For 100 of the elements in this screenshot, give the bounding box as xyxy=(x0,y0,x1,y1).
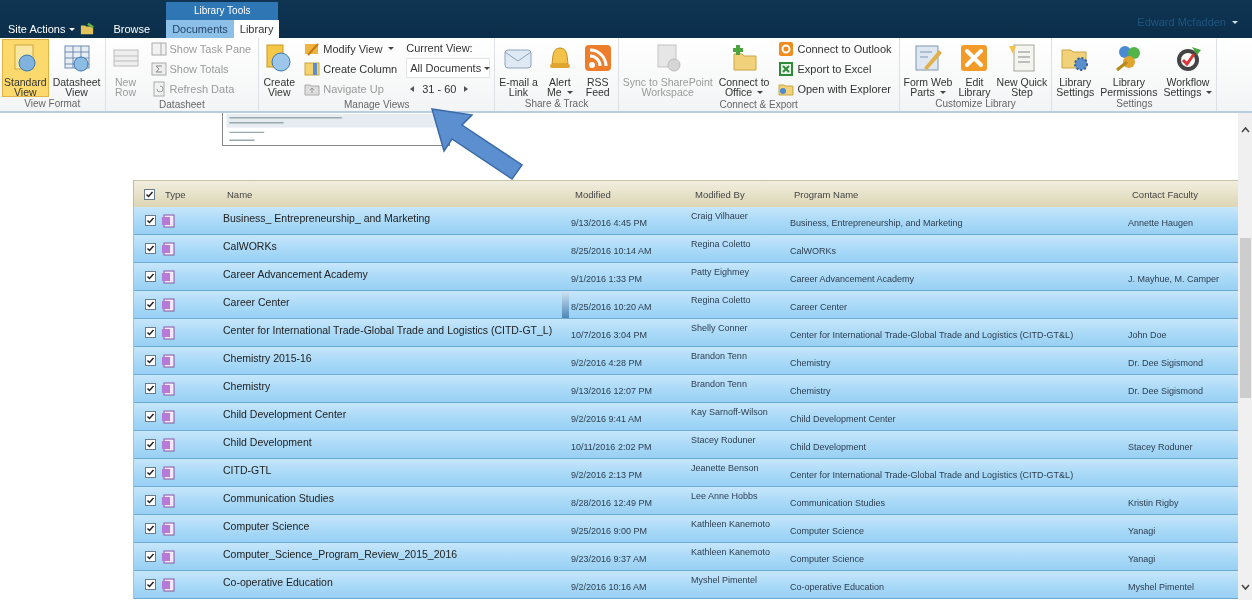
browse-tab[interactable]: Browse xyxy=(109,20,155,38)
column-header[interactable]: Contact Faculty xyxy=(1128,188,1238,200)
row-checkbox[interactable] xyxy=(145,383,156,394)
ribbon-tab[interactable]: Library xyxy=(233,20,280,38)
ribbon-button[interactable]: Form Web Parts xyxy=(901,39,955,97)
form-pencil-icon xyxy=(912,42,944,74)
file-name[interactable]: CITD-GTL xyxy=(223,464,272,476)
ribbon-button[interactable]: Alert Me xyxy=(541,39,578,97)
table-cell: Kathleen Kanemoto xyxy=(691,547,771,557)
list-row[interactable]: Co-operative Education 9/2/2016 10:16 AM Myshel Pimentel Co-operative Education Myshel Pimentel xyxy=(134,571,1238,599)
group-title: Customize Library xyxy=(934,98,1017,111)
refresh-icon xyxy=(150,80,167,97)
row-checkbox[interactable] xyxy=(145,551,156,562)
table-cell: 9/2/2016 2:13 PM xyxy=(571,470,643,480)
row-checkbox[interactable] xyxy=(145,327,156,338)
group-title: Connect & Export xyxy=(718,98,799,112)
ribbon-button[interactable]: Create Column xyxy=(301,59,401,78)
ribbon-button[interactable]: Connect to Office xyxy=(716,39,772,97)
table-cell: 10/7/2016 3:04 PM xyxy=(571,330,648,340)
list-row[interactable]: Chemistry 9/13/2016 12:07 PM Brandon Tenn Chemistry Dr. Dee Sigismond xyxy=(134,375,1238,403)
view-dropdown[interactable]: All Documents xyxy=(406,58,491,78)
file-name[interactable]: Center for International Trade-Global Trade and Logistics (CITD-GT_L) xyxy=(223,324,553,336)
row-checkbox[interactable] xyxy=(145,411,156,422)
file-name[interactable]: Career Center xyxy=(223,296,290,308)
list-row[interactable]: Career Center 8/25/2016 10:20 AM Regina Coletto Career Center xyxy=(134,291,1238,319)
table-cell: Child Development xyxy=(790,442,867,452)
list-row[interactable]: Business_ Entrepreneurship_ and Marketing 9/13/2016 4:45 PM Craig Vilhauer Business, Entrepreneurship, and Marketing Annette Haugen xyxy=(134,207,1238,235)
scrollbar[interactable] xyxy=(1238,113,1252,600)
list-row[interactable]: CITD-GTL 9/2/2016 2:13 PM Jeanette Benson Center for International Trade-Global Trade and Logistics (CITD-GT&L) xyxy=(134,459,1238,487)
list-row[interactable]: Communication Studies 8/28/2016 12:49 PM Lee Anne Hobbs Communication Studies Kristin Rigby xyxy=(134,487,1238,515)
table-cell: Jeanette Benson xyxy=(691,463,759,473)
spreadsheet-icon xyxy=(778,60,795,77)
row-checkbox[interactable] xyxy=(145,467,156,478)
list-row[interactable]: Chemistry 2015-16 9/2/2016 4:28 PM Brandon Tenn Chemistry Dr. Dee Sigismond xyxy=(134,347,1238,375)
item-menu-button[interactable] xyxy=(562,291,569,318)
row-checkbox[interactable] xyxy=(145,523,156,534)
file-name[interactable]: Computer Science xyxy=(223,520,310,532)
file-name[interactable]: Computer_Science_Program_Review_2015_2016 xyxy=(223,548,458,560)
table-cell: Communication Studies xyxy=(790,498,886,508)
table-cell: Regina Coletto xyxy=(691,239,751,249)
ribbon-button[interactable]: Library Settings xyxy=(1054,39,1097,97)
ribbon-button[interactable]: Datasheet View xyxy=(50,39,103,97)
ribbon-button[interactable]: E-mail a Link xyxy=(497,39,540,97)
ribbon-tab[interactable]: Documents xyxy=(166,20,234,38)
file-name[interactable]: Child Development xyxy=(223,436,312,448)
list-row[interactable]: Center for International Trade-Global Trade and Logistics (CITD-GT_L) 10/7/2016 3:04 PM Shelly Conner Center for International Trade-Global Trade and Logistics (CITD-GT&L) John Doe xyxy=(134,319,1238,347)
file-name[interactable]: Communication Studies xyxy=(223,492,334,504)
table-cell: Annette Haugen xyxy=(1128,218,1194,228)
ribbon-button[interactable]: Modify View xyxy=(301,39,401,58)
dropdown-arrow-icon xyxy=(939,90,946,94)
document-icon xyxy=(161,521,175,536)
document-icon xyxy=(161,241,175,256)
document-icon xyxy=(161,353,175,368)
row-checkbox[interactable] xyxy=(145,439,156,450)
ribbon-button[interactable]: Standard View xyxy=(2,39,49,97)
page-navigator[interactable]: 31 - 60 xyxy=(406,79,473,98)
list-row[interactable]: CalWORKs 8/25/2016 10:14 AM Regina Coletto CalWORKs xyxy=(134,235,1238,263)
ribbon-button[interactable]: Connect to Outlook xyxy=(775,39,895,58)
table-cell: Dr. Dee Sigismond xyxy=(1128,358,1204,368)
ribbon-button[interactable]: Library Permissions xyxy=(1098,39,1160,97)
file-name[interactable]: Chemistry xyxy=(223,380,271,392)
row-checkbox[interactable] xyxy=(145,355,156,366)
column-header[interactable]: Modified By xyxy=(691,188,790,200)
file-name[interactable]: Co-operative Education xyxy=(223,576,333,588)
file-name[interactable]: CalWORKs xyxy=(223,240,277,252)
row-checkbox[interactable] xyxy=(145,579,156,590)
row-checkbox[interactable] xyxy=(145,215,156,226)
column-header[interactable]: Modified xyxy=(571,188,691,200)
ribbon-button[interactable]: RSS Feed xyxy=(579,39,616,97)
list-row[interactable]: Computer_Science_Program_Review_2015_2016 9/23/2016 9:37 AM Kathleen Kanemoto Computer Science Yanagi xyxy=(134,543,1238,571)
ribbon-button[interactable]: Workflow Settings xyxy=(1161,39,1215,97)
list-row[interactable]: Child Development 10/11/2016 2:02 PM Stacey Roduner Child Development Stacey Roduner xyxy=(134,431,1238,459)
table-cell: Kay Sarnoff-Wilson xyxy=(691,407,768,417)
ribbon-button[interactable]: New Quick Step xyxy=(994,39,1050,97)
ribbon-button[interactable]: Create View xyxy=(261,39,298,97)
file-name[interactable]: Chemistry 2015-16 xyxy=(223,352,312,364)
row-checkbox[interactable] xyxy=(145,495,156,506)
caret-icon xyxy=(1232,20,1238,24)
table-cell: Brandon Tenn xyxy=(691,351,747,361)
list-row[interactable]: Child Development Center 9/2/2016 9:41 AM Kay Sarnoff-Wilson Child Development Center xyxy=(134,403,1238,431)
row-checkbox[interactable] xyxy=(145,243,156,254)
row-checkbox[interactable] xyxy=(145,271,156,282)
column-header[interactable]: Program Name xyxy=(790,188,1128,200)
row-checkbox[interactable] xyxy=(145,299,156,310)
column-header[interactable]: Name xyxy=(223,188,571,200)
pane-icon xyxy=(150,40,167,57)
column-header[interactable]: Type xyxy=(161,188,223,200)
group-title: Datasheet xyxy=(158,98,206,112)
list-row[interactable]: Computer Science 9/25/2016 9:00 PM Kathleen Kanemoto Computer Science Yanagi xyxy=(134,515,1238,543)
ribbon-button[interactable]: Open with Explorer xyxy=(775,79,895,98)
list-row[interactable]: Career Advancement Academy 9/1/2016 1:33 PM Patty Eighmey Career Advancement Academy J. Mayhue, M. Camper xyxy=(134,263,1238,291)
site-actions-menu[interactable]: Site Actions xyxy=(8,23,76,35)
table-cell: Stacey Roduner xyxy=(691,435,756,445)
select-all-checkbox[interactable] xyxy=(144,188,155,200)
file-name[interactable]: Child Development Center xyxy=(223,408,347,420)
file-name[interactable]: Career Advancement Academy xyxy=(223,268,368,280)
file-name[interactable]: Business_ Entrepreneurship_ and Marketing xyxy=(223,212,431,224)
table-cell: Craig Vilhauer xyxy=(691,211,748,221)
folder-icon xyxy=(79,22,96,36)
ribbon-button[interactable]: Export to Excel xyxy=(775,59,895,78)
